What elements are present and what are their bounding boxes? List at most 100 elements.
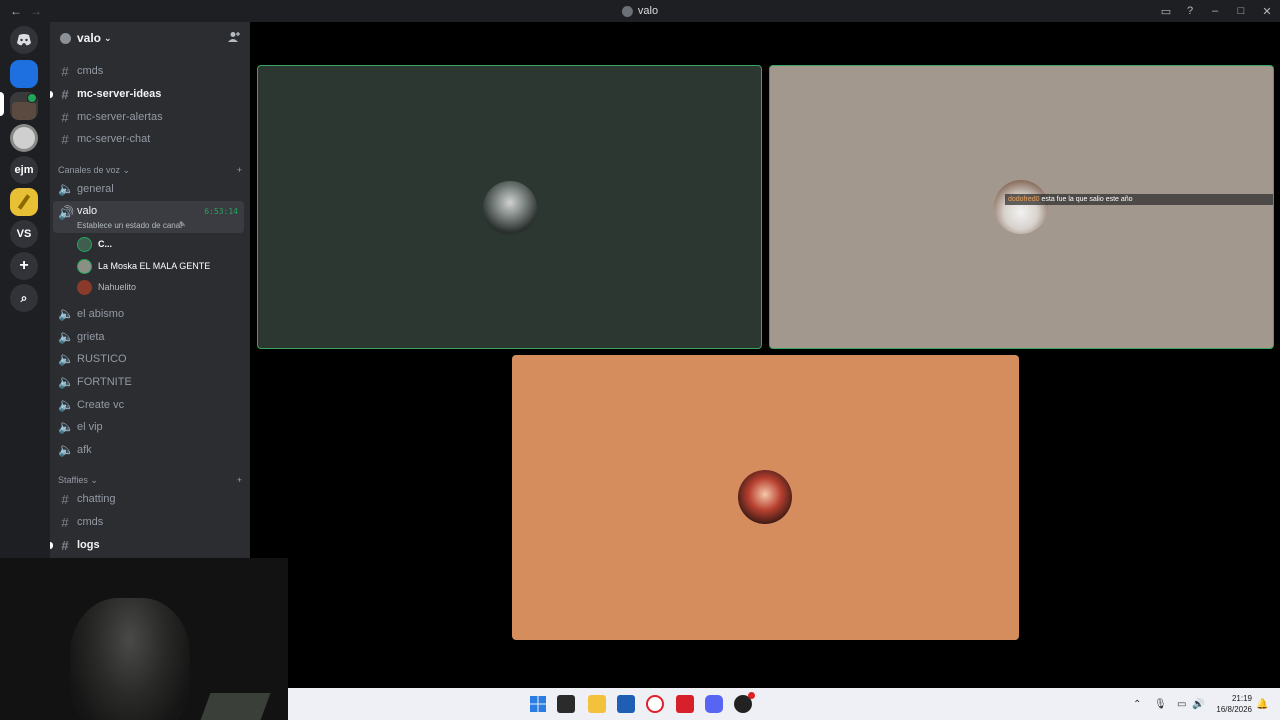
channel-mc-server-chat[interactable]: # mc-server-chat <box>53 128 244 150</box>
maximize-button[interactable]: □ <box>1228 0 1254 22</box>
notification-badge <box>748 692 755 699</box>
network-icon[interactable]: ▭ <box>1177 688 1186 720</box>
taskbar: ⌃ 🎙 ▭ 🔊 21:19 16/8/2026 🔔 <box>288 688 1280 720</box>
speaker-icon: 🔈 <box>58 181 75 196</box>
selected-server-indicator <box>0 92 4 116</box>
close-button[interactable]: ✕ <box>1254 0 1280 22</box>
channel-mc-server-ideas[interactable]: # mc-server-ideas <box>50 83 244 105</box>
server-icon-animal[interactable] <box>10 124 38 152</box>
unread-indicator <box>50 541 53 549</box>
channel-logs[interactable]: # logs <box>50 534 244 556</box>
forward-arrow-icon[interactable]: → <box>30 4 42 18</box>
server-icon-blue[interactable] <box>10 60 38 88</box>
tray-chevron-icon[interactable]: ⌃ <box>1133 688 1141 720</box>
channel-chatting[interactable]: # chatting <box>53 488 244 510</box>
add-member-icon[interactable] <box>228 31 240 46</box>
avatar <box>77 279 92 295</box>
edit-pencil-icon[interactable]: ✎ <box>179 220 186 229</box>
avatar <box>77 236 92 252</box>
hash-icon: # <box>61 131 69 147</box>
system-clock[interactable]: 21:19 16/8/2026 <box>1216 693 1252 715</box>
opera-browser-icon[interactable] <box>646 695 664 713</box>
participant-avatar <box>483 181 537 235</box>
app-icon-red[interactable] <box>676 695 694 713</box>
guild-header[interactable]: valo ⌄ <box>50 22 250 54</box>
speaker-icon <box>621 5 633 17</box>
voice-channel-general[interactable]: 🔈 general <box>53 178 244 200</box>
voice-channel-grieta[interactable]: 🔈 grieta <box>53 326 244 348</box>
gear-icon <box>60 32 71 44</box>
webcam-overlay <box>0 558 288 720</box>
channel-cmds[interactable]: # cmds <box>53 60 244 82</box>
add-channel-icon[interactable]: + <box>237 165 242 176</box>
notifications-icon[interactable]: 🔔 <box>1256 688 1268 720</box>
call-timer: 6:53:14 <box>204 207 238 216</box>
voice-channel-el-abismo[interactable]: 🔈 el abismo <box>53 303 244 325</box>
participant-tile[interactable]: dodofred0 esta fue la que salio este año <box>769 65 1274 349</box>
server-icon-active[interactable] <box>10 92 38 120</box>
window-title-text: valo <box>637 5 659 17</box>
voice-channel-rustico[interactable]: 🔈 RUSTICO <box>53 348 244 370</box>
speaker-icon: 🔈 <box>58 351 75 366</box>
add-channel-icon[interactable]: + <box>237 475 242 486</box>
participant-tile[interactable] <box>512 355 1019 640</box>
hash-icon: # <box>61 63 69 79</box>
hash-icon: # <box>61 109 69 125</box>
category-voice[interactable]: Canales de voz ⌄ + <box>58 165 242 176</box>
voice-channel-create-vc[interactable]: 🔈 Create vc <box>53 394 244 416</box>
volume-icon[interactable]: 🔊 <box>1192 688 1204 720</box>
speaker-icon: 🔈 <box>58 397 75 412</box>
hash-icon: # <box>61 537 69 553</box>
unread-indicator <box>50 90 53 98</box>
help-icon[interactable]: ? <box>1178 0 1202 22</box>
discord-home-icon[interactable] <box>10 26 38 54</box>
microphone-icon[interactable]: 🎙 <box>1154 688 1167 720</box>
discord-taskbar-icon[interactable] <box>705 695 723 713</box>
voice-speaker-icon <box>27 93 37 103</box>
server-icon-yellow[interactable] <box>10 188 38 216</box>
server-list: ejm VS + ⌕ <box>0 22 50 558</box>
voice-channel-afk[interactable]: 🔈 afk <box>53 439 244 461</box>
voice-channel-el-vip[interactable]: 🔈 el vip <box>53 416 244 438</box>
minimize-button[interactable]: – <box>1202 0 1228 22</box>
inbox-icon[interactable]: ▭ <box>1154 0 1178 22</box>
voice-channel-fortnite[interactable]: 🔈 FORTNITE <box>53 371 244 393</box>
participant-avatar <box>738 470 792 524</box>
webcam-figure <box>70 598 190 720</box>
store-icon[interactable] <box>617 695 635 713</box>
webcam-keyboard <box>199 693 271 720</box>
voice-stage: dodofred0 esta fue la que salio este año <box>250 22 1280 688</box>
app-icon-dark[interactable] <box>734 692 755 713</box>
server-vs[interactable]: VS <box>10 220 38 248</box>
server-ejm[interactable]: ejm <box>10 156 38 184</box>
voice-user[interactable]: Nahuelito <box>77 277 136 297</box>
hash-icon: # <box>61 491 69 507</box>
window-title: valo <box>621 5 659 17</box>
speaker-icon: 🔈 <box>58 306 75 321</box>
speaker-icon: 🔈 <box>58 419 75 434</box>
channel-status[interactable]: Establece un estado de canal <box>77 221 182 230</box>
file-explorer-icon[interactable] <box>588 695 606 713</box>
speaker-icon: 🔈 <box>58 329 75 344</box>
voice-channel-valo[interactable]: 🔊 valo 6:53:14 Establece un estado de ca… <box>53 201 244 233</box>
participant-avatar <box>994 180 1048 234</box>
speaker-icon: 🔈 <box>58 442 75 457</box>
channel-mc-server-alertas[interactable]: # mc-server-alertas <box>53 106 244 128</box>
hash-icon: # <box>61 514 69 530</box>
back-arrow-icon[interactable]: ← <box>10 4 22 18</box>
channel-cmds[interactable]: # cmds <box>53 511 244 533</box>
speaker-icon: 🔊 <box>58 205 75 220</box>
category-staffies[interactable]: Staffies ⌄ + <box>58 475 242 486</box>
stream-caption: dodofred0 esta fue la que salio este año <box>1005 194 1273 205</box>
participant-tile[interactable] <box>257 65 762 349</box>
speaker-icon: 🔈 <box>58 374 75 389</box>
chevron-down-icon: ⌄ <box>104 32 112 43</box>
add-server-icon[interactable]: + <box>10 252 38 280</box>
voice-user[interactable]: La Moska EL MALA GENTE <box>77 256 210 276</box>
windows-start-icon[interactable] <box>529 695 547 713</box>
channel-sidebar: valo ⌄ # cmds # mc-server-ideas # mc-server… <box>50 22 250 558</box>
task-view-icon[interactable] <box>557 695 575 713</box>
voice-user[interactable]: C... <box>77 234 112 254</box>
explore-servers-icon[interactable]: ⌕ <box>10 284 38 312</box>
avatar <box>77 258 92 274</box>
